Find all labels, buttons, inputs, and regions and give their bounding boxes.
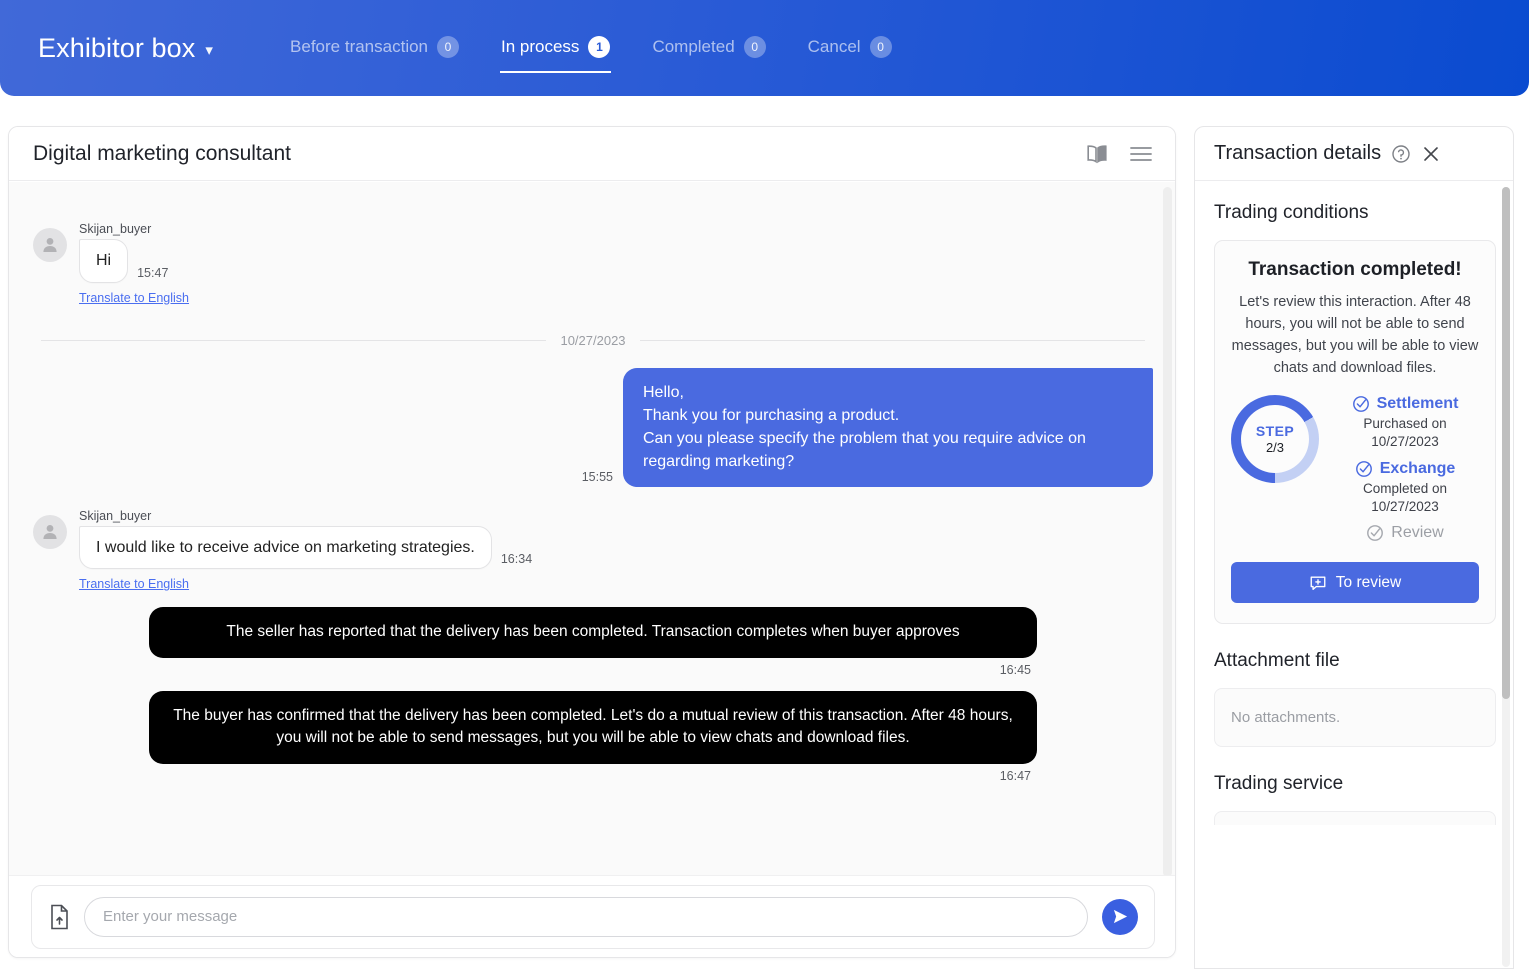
step-name: Review [1391,524,1444,541]
message-bubble: I would like to receive advice on market… [79,525,492,570]
date-divider: 10/27/2023 [41,332,1146,348]
message-time: 16:45 [999,662,1031,677]
progress-steps: STEP 2/3 Settlement Purchased on 10/27/2… [1231,395,1479,546]
check-circle-icon [1355,460,1373,478]
chat-message-system: The seller has reported that the deliver… [33,607,1153,677]
help-circle-icon[interactable] [1391,144,1411,164]
chat-message-incoming: Skijan_buyer Hi 15:47 Translate to Engli… [33,222,1153,307]
chat-title: Digital marketing consultant [33,141,291,165]
trading-service-section: Trading service [1214,773,1496,825]
message-sender: Skijan_buyer [79,222,152,236]
tab-count-badge: 0 [869,36,892,58]
brand-label: Exhibitor box [38,32,196,63]
trading-conditions-heading: Trading conditions [1214,202,1369,223]
tab-count-badge: 1 [588,36,611,58]
step-list: Settlement Purchased on 10/27/2023 Excha… [1331,395,1479,546]
translate-link[interactable]: Translate to English [79,577,189,591]
step-review: Review [1331,524,1479,542]
details-header: Transaction details [1195,127,1513,181]
message-composer [9,875,1175,957]
details-title: Transaction details [1214,142,1382,164]
avatar [33,228,67,262]
tab-before-transaction[interactable]: Before transaction 0 [269,30,480,66]
tab-label: Cancel [807,37,861,56]
trading-service-box [1214,811,1496,825]
close-icon[interactable] [1421,144,1441,164]
tab-count-badge: 0 [743,36,766,58]
step-ring-label: STEP [1255,422,1295,439]
message-input[interactable] [84,896,1088,937]
details-scrollbar-thumb[interactable] [1502,187,1510,699]
app-header: Exhibitor box ▾ Before transaction 0 In … [0,0,1529,96]
chat-message-outgoing: 15:55 Hello, Thank you for purchasing a … [33,367,1153,487]
system-bubble: The seller has reported that the deliver… [149,607,1037,658]
tab-label: Before transaction [290,37,428,56]
trading-service-heading: Trading service [1214,773,1344,794]
chat-panel: Digital marketing consultant Skijan_buye… [8,126,1176,958]
tab-cancel[interactable]: Cancel 0 [787,30,913,66]
step-detail: Completed on 10/27/2023 [1362,480,1448,514]
message-time: 15:47 [137,265,169,280]
message-time: 15:55 [581,469,613,484]
chat-header: Digital marketing consultant [9,127,1175,181]
message-sender: Skijan_buyer [79,508,152,523]
divider-line-right [639,339,1146,341]
details-body: Trading conditions Transaction completed… [1195,182,1513,968]
message-bubble: Hello, Thank you for purchasing a produc… [623,367,1153,487]
chat-header-actions [1085,143,1153,165]
tab-label: In process [501,37,580,56]
chat-message-system: The buyer has confirmed that the deliver… [33,690,1153,783]
step-detail: Purchased on 10/27/2023 [1363,416,1447,450]
step-exchange: Exchange Completed on 10/27/2023 [1331,460,1479,516]
transaction-tabs: Before transaction 0 In process 1 Comple… [269,30,913,73]
tab-in-process[interactable]: In process 1 [480,30,631,73]
divider-line-left [41,339,547,341]
message-time: 16:34 [500,552,533,567]
divider-date: 10/27/2023 [560,332,626,348]
chat-message-incoming: Skijan_buyer I would like to receive adv… [33,509,1153,594]
step-progress-ring: STEP 2/3 [1231,395,1319,484]
message-time: 16:47 [999,768,1031,783]
step-settlement: Settlement Purchased on 10/27/2023 [1331,395,1479,451]
tab-completed[interactable]: Completed 0 [631,30,786,66]
exhibitor-box-menu[interactable]: Exhibitor box ▾ [38,33,213,64]
attachment-section: Attachment file No attachments. [1214,650,1496,747]
message-bubble: Hi [79,239,129,283]
avatar [33,514,67,549]
book-icon[interactable] [1085,143,1109,165]
card-title: Transaction completed! [1248,259,1462,280]
review-bubble-icon [1309,574,1327,592]
tab-count-badge: 0 [437,36,459,58]
system-bubble: The buyer has confirmed that the deliver… [149,690,1037,764]
attachment-empty-state: No attachments. [1214,688,1496,747]
translate-link[interactable]: Translate to English [79,291,189,305]
check-circle-icon [1352,395,1370,413]
transaction-details-panel: Transaction details Trading conditions T… [1194,126,1514,969]
check-circle-icon [1366,524,1384,542]
trading-conditions-card: Transaction completed! Let's review this… [1214,240,1496,624]
to-review-button[interactable]: To review [1231,562,1479,603]
step-ring-fraction: 2/3 [1265,439,1285,455]
attachment-heading: Attachment file [1214,650,1340,671]
card-description: Let's review this interaction. After 48 … [1231,294,1479,377]
menu-icon[interactable] [1129,145,1153,163]
file-upload-icon[interactable] [48,904,70,930]
tab-label: Completed [652,37,735,56]
chat-message-list: Skijan_buyer Hi 15:47 Translate to Engli… [9,182,1175,906]
send-button[interactable] [1102,898,1138,935]
chat-scrollbar[interactable] [1163,187,1172,877]
composer-inner [31,884,1155,949]
to-review-label: To review [1335,573,1402,591]
step-name: Settlement [1376,395,1459,413]
chevron-down-icon: ▾ [205,41,214,59]
send-icon [1112,908,1129,925]
step-name: Exchange [1379,459,1456,477]
